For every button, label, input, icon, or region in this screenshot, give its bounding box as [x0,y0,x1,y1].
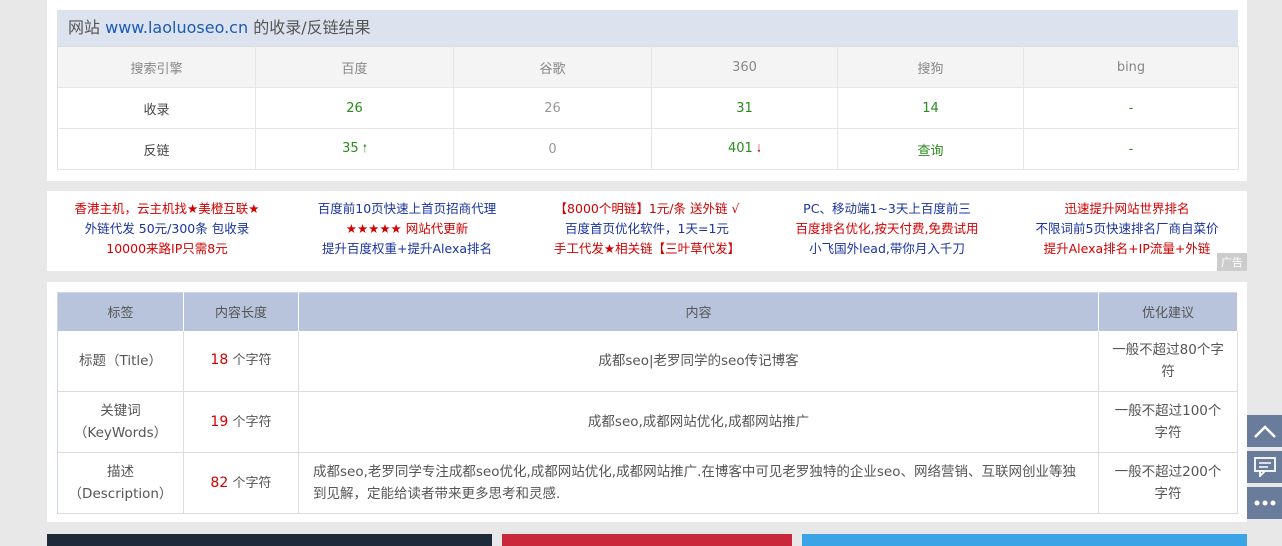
content-cell: 成都seo,成都网站优化,成都网站推广 [298,391,1099,453]
length-value: 18 [210,352,229,369]
tag-cell: 标题（Title） [57,330,184,392]
text-ad-link[interactable]: 10000来路IP只需8元 [47,239,287,259]
header-cell: 内容长度 [183,292,299,331]
bottom-ad-banner[interactable] [47,534,492,546]
sogou-query-link[interactable]: 查询 [837,128,1024,170]
360-index-value[interactable]: 31 [651,87,838,129]
text-ad-column: PC、移动端1~3天上百度前三 百度排名优化,按天付费,免费试用 小飞国外lead,… [767,199,1007,259]
length-unit: 个字符 [232,414,272,430]
table-row: 反链 35 🠑 0 401 🠓 查询 - [57,128,1239,170]
more-button[interactable] [1247,487,1282,519]
baidu-index-value[interactable]: 26 [255,87,454,129]
header-cell: 360 [651,46,838,88]
table-row: 描述（Description） 82 个字符 成都seo,老罗同学专注成都seo… [57,452,1238,514]
tag-cell: 关键词（KeyWords） [57,391,184,453]
result-panel: 网站 www.laoluoseo.cn 的收录/反链结果 搜索引擎 百度 谷歌 … [47,0,1247,181]
text-ad-link[interactable]: 外链代发 50元/300条 包收录 [47,219,287,239]
header-cell: bing [1023,46,1239,88]
text-ad-link[interactable]: 提升Alexa排名+IP流量+外链 [1007,239,1247,259]
content-cell: 成都seo,老罗同学专注成都seo优化,成都网站优化,成都网站推广.在博客中可见… [298,452,1099,514]
meta-panel: 标签 内容长度 内容 优化建议 标题（Title） 18 个字符 成都seo|老… [47,282,1247,522]
arrow-down-icon: 🠓 [756,141,761,155]
header-cell: 标签 [57,292,184,331]
result-domain-link[interactable]: www.laoluoseo.cn [105,18,248,37]
text-ads-panel: 香港主机，云主机找★美橙互联★ 外链代发 50元/300条 包收录 10000来路I… [47,191,1247,271]
text-ads-row: 香港主机，云主机找★美橙互联★ 外链代发 50元/300条 包收录 10000来路I… [47,199,1247,259]
table-row: 关键词（KeyWords） 19 个字符 成都seo,成都网站优化,成都网站推广… [57,391,1238,453]
table-row: 标题（Title） 18 个字符 成都seo|老罗同学的seo传记博客 一般不超… [57,330,1238,392]
text-ad-link[interactable]: 香港主机，云主机找★美橙互联★ [47,199,287,219]
baidu-backlink-cell[interactable]: 35 🠑 [255,128,454,170]
bing-backlink-value: - [1023,128,1239,170]
bottom-ad-banner[interactable] [802,534,1247,546]
result-title: 网站 www.laoluoseo.cn 的收录/反链结果 [57,10,1238,46]
text-ad-column: 迅速提升网站世界排名 不限词前5页快速排名厂商自菜价 提升Alexa排名+IP流量+… [1007,199,1247,259]
header-cell: 内容 [298,292,1099,331]
more-dots-icon [1254,500,1275,506]
text-ad-column: 香港主机，云主机找★美橙互联★ 外链代发 50元/300条 包收录 10000来路I… [47,199,287,259]
header-cell: 搜索引擎 [57,46,256,88]
text-ad-link[interactable]: 小飞国外lead,带你月入千刀 [767,239,1007,259]
360-backlink-cell[interactable]: 401 🠓 [651,128,838,170]
advice-cell: 一般不超过100个字符 [1098,391,1238,453]
360-backlink-value[interactable]: 401 [728,141,753,156]
text-ad-link[interactable]: 提升百度权重+提升Alexa排名 [287,239,527,259]
sogou-index-value[interactable]: 14 [837,87,1024,129]
header-cell: 百度 [255,46,454,88]
header-cell: 优化建议 [1098,292,1238,331]
result-title-suffix: 的收录/反链结果 [253,18,371,37]
table-row: 收录 26 26 31 14 - [57,87,1239,129]
text-ad-link[interactable]: 百度排名优化,按天付费,免费试用 [767,219,1007,239]
arrow-up-icon: 🠑 [362,141,367,155]
text-ad-link[interactable]: 【8000个明链】1元/条 送外链 √ [527,199,767,219]
chevron-up-icon [1253,425,1276,438]
bing-index-value: - [1023,87,1239,129]
length-unit: 个字符 [232,475,272,491]
tag-cell: 描述（Description） [57,452,184,514]
length-value: 19 [210,413,229,430]
meta-table-header: 标签 内容长度 内容 优化建议 [57,292,1238,331]
row-label: 收录 [57,87,256,129]
header-cell: 谷歌 [453,46,652,88]
text-ad-column: 百度前10页快速上首页招商代理 ★★★★★ 网站代更新 提升百度权重+提升Alexa… [287,199,527,259]
header-cell: 搜狗 [837,46,1024,88]
bottom-ad-banner[interactable] [502,534,792,546]
engine-table-header: 搜索引擎 百度 谷歌 360 搜狗 bing [57,46,1239,88]
content-cell: 成都seo|老罗同学的seo传记博客 [298,330,1099,392]
text-ad-link[interactable]: PC、移动端1~3天上百度前三 [767,199,1007,219]
text-ad-link[interactable]: ★★★★★ 网站代更新 [287,219,527,239]
feedback-button[interactable] [1247,451,1282,483]
length-value: 82 [210,474,229,491]
text-ad-link[interactable]: 迅速提升网站世界排名 [1007,199,1247,219]
text-ad-link[interactable]: 百度首页优化软件，1天=1元 [527,219,767,239]
google-backlink-value: 0 [453,128,652,170]
text-ad-link[interactable]: 百度前10页快速上首页招商代理 [287,199,527,219]
advice-cell: 一般不超过200个字符 [1098,452,1238,514]
baidu-backlink-value[interactable]: 35 [342,141,359,156]
row-label: 反链 [57,128,256,170]
text-ad-column: 【8000个明链】1元/条 送外链 √ 百度首页优化软件，1天=1元 手工代发★相关… [527,199,767,259]
engine-table: 搜索引擎 百度 谷歌 360 搜狗 bing 收录 26 26 31 14 - … [57,46,1239,170]
length-cell: 18 个字符 [183,330,299,392]
back-to-top-button[interactable] [1247,415,1282,447]
comment-icon [1253,457,1276,477]
length-unit: 个字符 [232,353,272,369]
length-cell: 19 个字符 [183,391,299,453]
length-cell: 82 个字符 [183,452,299,514]
text-ad-link[interactable]: 不限词前5页快速排名厂商自菜价 [1007,219,1247,239]
advice-cell: 一般不超过80个字符 [1098,330,1238,392]
meta-table: 标签 内容长度 内容 优化建议 标题（Title） 18 个字符 成都seo|老… [57,292,1238,514]
ad-badge: 广告 [1217,253,1247,271]
google-index-value: 26 [453,87,652,129]
result-title-prefix: 网站 [68,18,101,37]
text-ad-link[interactable]: 手工代发★相关链【三叶草代发】 [527,239,767,259]
